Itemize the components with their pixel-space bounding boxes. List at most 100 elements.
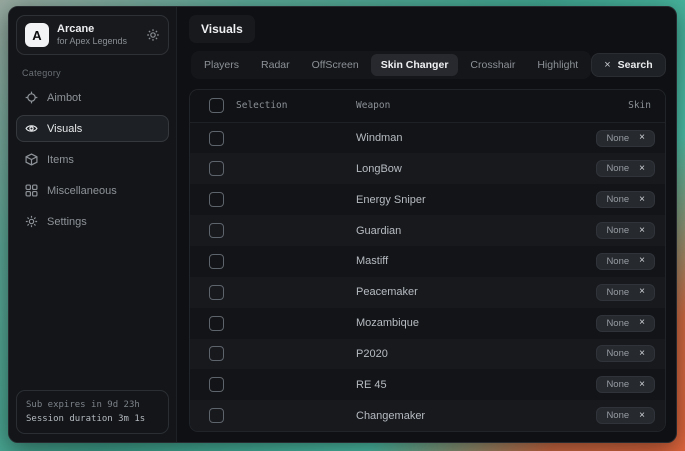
sidebar-item-visuals[interactable]: Visuals (16, 115, 169, 142)
table-row: Mastiff None× (190, 246, 665, 277)
sidebar-item-settings[interactable]: Settings (16, 208, 169, 235)
sidebar-item-miscellaneous[interactable]: Miscellaneous (16, 177, 169, 204)
clear-skin-icon[interactable]: × (639, 380, 645, 390)
table-row: Energy Sniper None × (190, 184, 665, 215)
skin-value: None (606, 379, 629, 390)
sidebar-item-label: Items (47, 154, 74, 166)
table-row: GuardianNone× (190, 215, 665, 246)
skin-select-badge[interactable]: None× (596, 160, 655, 177)
row-checkbox[interactable] (209, 346, 224, 361)
table-row: Windman None × (190, 123, 665, 154)
main-panel: Visuals PlayersRadarOffScreenSkin Change… (177, 7, 676, 442)
skin-select-badge[interactable]: None × (596, 407, 655, 424)
eye-icon (25, 122, 38, 135)
weapon-name: Peacemaker (348, 286, 547, 298)
weapon-skin-table: Selection Weapon Skin WindmanNone×LongBo… (189, 89, 666, 432)
row-checkbox[interactable] (209, 192, 224, 207)
weapon-name: Changemaker (348, 410, 547, 422)
crosshair-icon (25, 91, 38, 104)
skin-select-badge[interactable]: None × (596, 130, 655, 147)
table-row: Mozambique None × (190, 308, 665, 339)
skin-select-badge[interactable]: None × (596, 345, 655, 362)
app-window: A Arcane for Apex Legends Category Aimbo… (8, 6, 677, 443)
tab-crosshair[interactable]: Crosshair (460, 54, 525, 76)
grid-icon (25, 184, 38, 197)
skin-select-badge[interactable]: None × (596, 315, 655, 332)
box-icon (25, 153, 38, 166)
tab-offscreen[interactable]: OffScreen (302, 54, 369, 76)
tab-row: PlayersRadarOffScreenSkin ChangerCrossha… (191, 51, 664, 79)
row-checkbox[interactable] (209, 223, 224, 238)
skin-value: None (606, 410, 629, 421)
skin-select-badge[interactable]: None× (596, 253, 655, 270)
row-checkbox[interactable] (209, 316, 224, 331)
sidebar-item-label: Visuals (47, 123, 82, 135)
skin-select-badge[interactable]: None × (596, 191, 655, 208)
row-checkbox[interactable] (209, 254, 224, 269)
skin-select-badge[interactable]: None × (596, 222, 655, 239)
search-icon: × (604, 59, 610, 71)
session-duration-text: Session duration 3m 1s (26, 412, 159, 426)
category-label: Category (22, 68, 169, 78)
title-bar: Visuals (189, 15, 666, 43)
clear-skin-icon[interactable]: × (639, 256, 645, 266)
skin-value: None (606, 318, 629, 329)
app-header-card: A Arcane for Apex Legends (16, 15, 169, 55)
sidebar-item-label: Settings (47, 216, 87, 228)
clear-skin-icon[interactable]: × (639, 349, 645, 359)
tab-radar[interactable]: Radar (251, 54, 300, 76)
app-meta: Arcane for Apex Legends (57, 23, 138, 47)
row-checkbox[interactable] (209, 161, 224, 176)
tab-players[interactable]: Players (194, 54, 249, 76)
sidebar: A Arcane for Apex Legends Category Aimbo… (9, 7, 177, 442)
table-row: Peacemaker None × (190, 277, 665, 308)
sidebar-item-label: Miscellaneous (47, 185, 117, 197)
skin-value: None (606, 287, 629, 298)
weapon-name: Mastiff (348, 255, 547, 267)
select-all-checkbox[interactable] (209, 98, 224, 113)
skin-value: None (606, 348, 629, 359)
clear-skin-icon[interactable]: × (639, 195, 645, 205)
row-checkbox[interactable] (209, 131, 224, 146)
table-row: RE 45 None × (190, 369, 665, 400)
weapon-name: P2020 (348, 348, 547, 360)
tab-bar: PlayersRadarOffScreenSkin ChangerCrossha… (191, 51, 591, 79)
sidebar-nav: Aimbot Visuals Items Miscellaneous Settings (16, 84, 169, 235)
sidebar-item-label: Aimbot (47, 92, 81, 104)
table-row: Changemaker None × (190, 400, 665, 431)
app-name: Arcane (57, 23, 138, 36)
weapon-name: Mozambique (348, 317, 547, 329)
skin-value: None (606, 225, 629, 236)
row-checkbox[interactable] (209, 408, 224, 423)
sidebar-item-aimbot[interactable]: Aimbot (16, 84, 169, 111)
weapon-name: Windman (348, 132, 547, 144)
clear-skin-icon[interactable]: × (639, 164, 645, 174)
tab-skin-changer[interactable]: Skin Changer (371, 54, 459, 76)
skin-value: None (606, 194, 629, 205)
session-card: Sub expires in 9d 23h Session duration 3… (16, 390, 169, 434)
app-logo: A (25, 23, 49, 47)
tab-highlight[interactable]: Highlight (527, 54, 588, 76)
clear-skin-icon[interactable]: × (639, 318, 645, 328)
row-checkbox[interactable] (209, 285, 224, 300)
weapon-name: RE 45 (348, 379, 547, 391)
table-row: P2020 None × (190, 339, 665, 370)
row-checkbox[interactable] (209, 377, 224, 392)
table-row: LongBowNone× (190, 153, 665, 184)
table-header-row: Selection Weapon Skin (190, 90, 665, 123)
skin-select-badge[interactable]: None × (596, 376, 655, 393)
skin-value: None (606, 133, 629, 144)
skin-select-badge[interactable]: None × (596, 284, 655, 301)
clear-skin-icon[interactable]: × (639, 411, 645, 421)
search-label: Search (618, 59, 653, 71)
sub-expiry-text: Sub expires in 9d 23h (26, 398, 159, 412)
table-body: WindmanNone×LongBowNone×Energy SniperNon… (190, 123, 665, 431)
clear-skin-icon[interactable]: × (639, 287, 645, 297)
search-button[interactable]: × Search (591, 53, 665, 77)
gear-icon (25, 215, 38, 228)
clear-skin-icon[interactable]: × (639, 226, 645, 236)
header-gear-icon[interactable] (146, 28, 160, 42)
clear-skin-icon[interactable]: × (639, 133, 645, 143)
sidebar-item-items[interactable]: Items (16, 146, 169, 173)
weapon-name: Energy Sniper (348, 194, 547, 206)
